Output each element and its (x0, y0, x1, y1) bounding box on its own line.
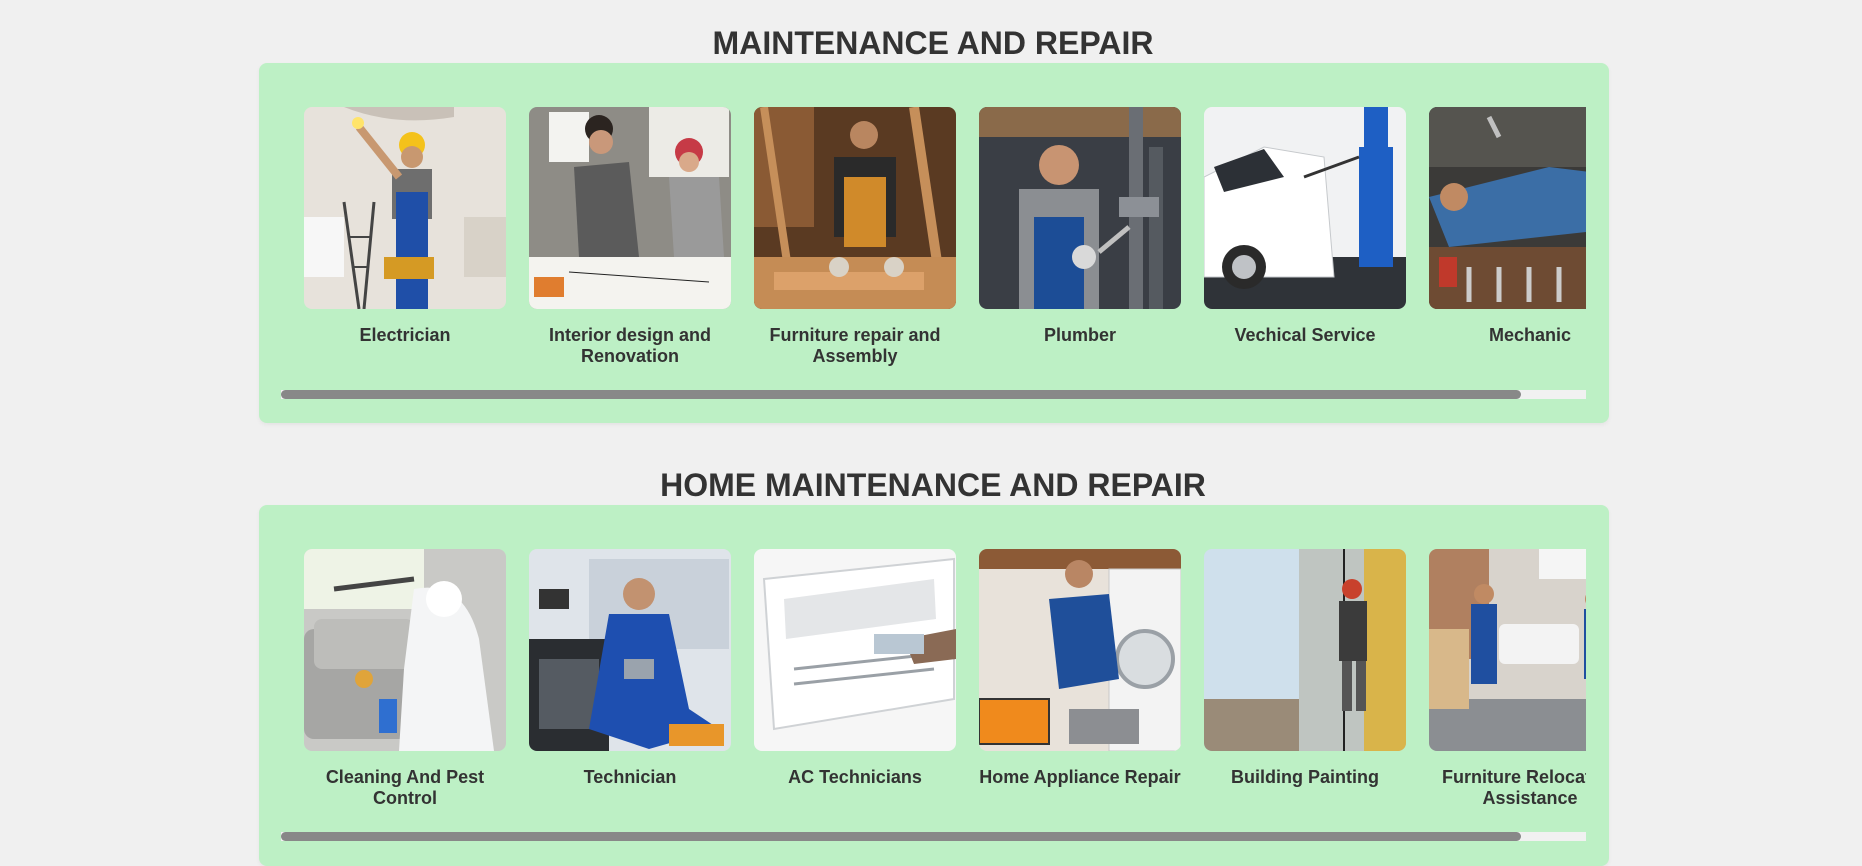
vehicle-service-photo (1204, 107, 1406, 309)
scrollbar-thumb[interactable] (281, 832, 1521, 841)
service-card-furniture-repair[interactable]: Furniture repair and Assembly (754, 107, 956, 367)
service-card-electrician[interactable]: Electrician (304, 107, 506, 367)
service-card-furniture-relocation[interactable]: Furniture Relocation Assistance (1429, 549, 1586, 809)
ac-technician-photo (754, 549, 956, 751)
service-card-mechanic[interactable]: Mechanic (1429, 107, 1586, 367)
service-label: Mechanic (1488, 325, 1572, 345)
service-card-plumber[interactable]: Plumber (979, 107, 1181, 367)
electrician-photo (304, 107, 506, 309)
scrollbar-thumb[interactable] (281, 390, 1521, 399)
service-label: Cleaning And Pest Control (325, 767, 485, 808)
service-label: Interior design and Renovation (548, 325, 712, 366)
plumber-photo (979, 107, 1181, 309)
home-appliance-repair-photo (979, 549, 1181, 751)
service-label: Plumber (1043, 325, 1117, 345)
service-card-building-painting[interactable]: Building Painting (1204, 549, 1406, 809)
technician-photo (529, 549, 731, 751)
interior-design-photo (529, 107, 731, 309)
section-title: MAINTENANCE AND REPAIR (712, 25, 1154, 61)
service-label: Electrician (359, 325, 451, 345)
horizontal-scrollbar[interactable] (281, 832, 1586, 841)
service-card-home-appliance-repair[interactable]: Home Appliance Repair (979, 549, 1181, 809)
services-carousel[interactable]: Cleaning And Pest Control Technician AC … (281, 505, 1586, 866)
cleaning-pest-control-photo (304, 549, 506, 751)
furniture-relocation-photo (1429, 549, 1586, 751)
service-label: AC Technicians (788, 767, 922, 787)
horizontal-scrollbar[interactable] (281, 390, 1586, 399)
service-card-cleaning-pest-control[interactable]: Cleaning And Pest Control (304, 549, 506, 809)
service-label: Furniture Relocation Assistance (1441, 767, 1586, 808)
service-label: Vechical Service (1234, 325, 1376, 345)
services-carousel[interactable]: Electrician Interior design and Renovati… (281, 63, 1586, 423)
service-label: Home Appliance Repair (979, 767, 1181, 787)
service-label: Building Painting (1231, 767, 1379, 787)
mechanic-photo (1429, 107, 1586, 309)
services-panel: Electrician Interior design and Renovati… (259, 63, 1609, 423)
furniture-repair-photo (754, 107, 956, 309)
service-card-interior-design[interactable]: Interior design and Renovation (529, 107, 731, 367)
service-label: Technician (583, 767, 677, 787)
building-painting-photo (1204, 549, 1406, 751)
service-label: Furniture repair and Assembly (769, 325, 941, 366)
service-card-vehicle-service[interactable]: Vechical Service (1204, 107, 1406, 367)
service-card-technician[interactable]: Technician (529, 549, 731, 809)
section-title: HOME MAINTENANCE AND REPAIR (660, 467, 1206, 503)
service-card-ac-technicians[interactable]: AC Technicians (754, 549, 956, 809)
services-panel: Cleaning And Pest Control Technician AC … (259, 505, 1609, 866)
